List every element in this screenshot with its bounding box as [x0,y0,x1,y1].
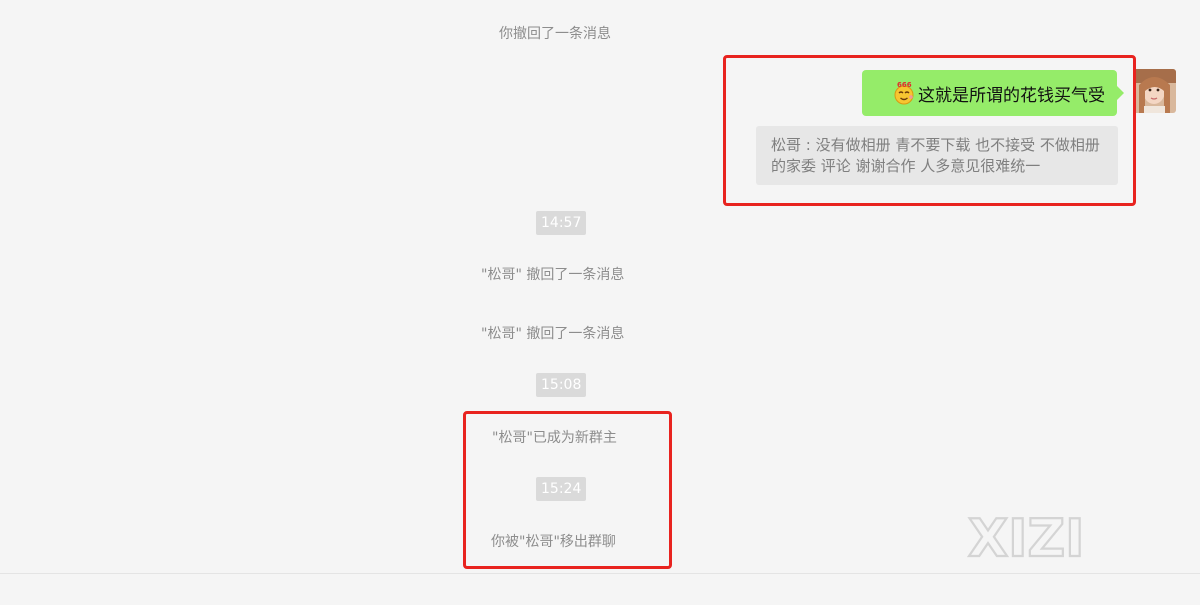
highlight-box-message [723,55,1136,206]
system-message-recall-self: 你撤回了一条消息 [499,26,611,42]
system-message-recall: "松哥" 撤回了一条消息 [481,267,625,283]
user-avatar[interactable] [1133,69,1176,113]
timestamp: 15:08 [536,373,587,397]
input-area-divider [0,573,1200,574]
highlight-box-events [463,411,672,569]
xizi-watermark-logo: XIZI [966,508,1116,570]
svg-text:XIZI: XIZI [968,510,1085,564]
timestamp: 14:57 [536,211,587,235]
system-message-recall: "松哥" 撤回了一条消息 [481,326,625,342]
